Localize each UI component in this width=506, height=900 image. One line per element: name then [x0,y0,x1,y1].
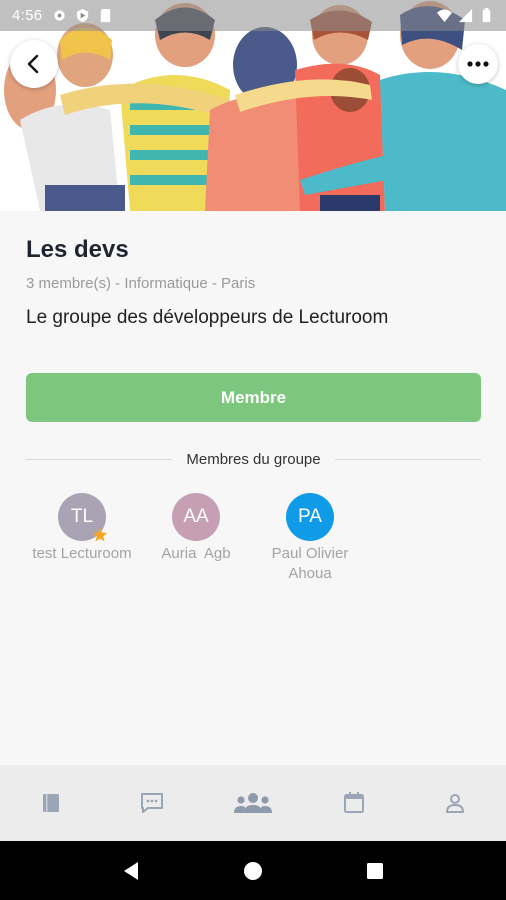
members-section-title: Membres du groupe [186,450,321,468]
nav-back-button[interactable] [111,851,151,891]
battery-icon [482,8,491,23]
wifi-icon [437,9,452,23]
tab-profile[interactable] [425,773,485,833]
book-icon [42,794,59,812]
avatar-initials: PA [298,506,322,527]
member-item[interactable]: PA Paul Olivier Ahoua [245,493,375,584]
more-options-button[interactable] [458,44,498,84]
tab-calendar[interactable] [324,773,384,833]
tab-library[interactable] [21,773,81,833]
members-list: TL test Lecturoom AA Auria Agb PA Paul O… [0,493,506,593]
profile-icon [446,794,465,813]
sd-card-icon [101,8,111,23]
avatar-initials: TL [70,506,94,527]
groups-icon [233,793,272,813]
gear-icon [54,10,66,21]
nav-home-button[interactable] [233,851,273,891]
circle-home-icon [244,861,262,880]
chat-icon [140,793,163,813]
status-time: 4:56 [12,7,43,24]
members-section-header: Membres du groupe [26,449,481,469]
divider-left [26,458,173,460]
member-item[interactable]: TL test Lecturoom [17,493,147,564]
group-description: Le groupe des développeurs de Lecturoom [26,307,389,328]
star-icon [92,527,108,542]
tab-messages[interactable] [122,773,182,833]
calendar-icon [344,792,365,813]
system-nav-bar [0,841,506,900]
signal-icon [458,8,473,23]
member-name: Paul Olivier Ahoua [271,545,349,582]
avatar-initials: AA [183,506,209,527]
bottom-tab-bar [0,765,506,841]
more-horizontal-icon [467,61,489,67]
avatar: PA [286,493,334,541]
back-button[interactable] [10,40,58,88]
member-button[interactable]: Membre [26,373,481,422]
member-name: Auria Agb [161,545,231,562]
square-recents-icon [367,862,383,879]
member-name: test Lecturoom [32,545,132,562]
group-cover-image [0,0,506,211]
avatar: TL [58,493,108,542]
member-item[interactable]: AA Auria Agb [131,493,261,564]
nav-recents-button[interactable] [355,851,395,891]
avatar: AA [172,493,220,541]
tab-groups[interactable] [223,773,283,833]
chevron-left-icon [27,54,39,74]
group-name: Les devs [26,236,129,263]
divider-right [334,458,481,460]
status-bar: 4:56 [0,0,506,31]
group-meta: 3 membre(s) - Informatique - Paris [26,275,256,292]
shield-icon [77,8,89,23]
triangle-back-icon [124,861,138,880]
